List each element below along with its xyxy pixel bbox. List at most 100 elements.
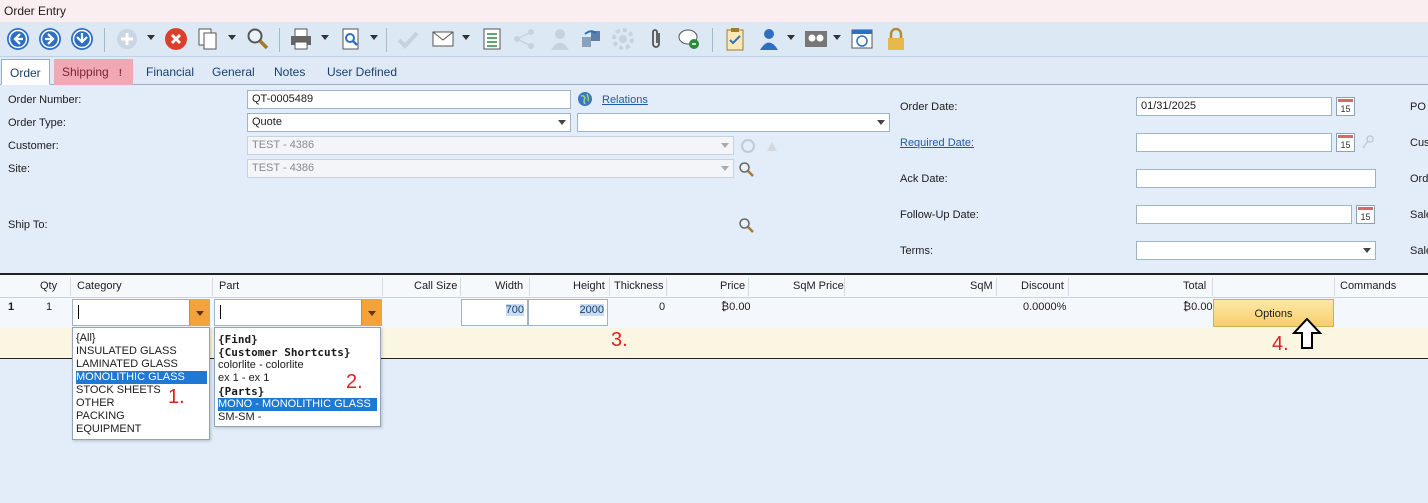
list-item[interactable]: INSULATED GLASS — [76, 345, 177, 358]
tab-order[interactable]: Order — [1, 59, 50, 85]
order-header-form: Order Number: QT-0005489 Relations Order… — [0, 86, 1428, 273]
share-icon — [511, 26, 537, 52]
attachment-icon[interactable] — [643, 26, 669, 52]
order-number-field[interactable]: QT-0005489 — [247, 90, 571, 109]
list-item[interactable]: {Find} — [218, 333, 258, 346]
col-sqm[interactable]: SqM — [970, 280, 993, 292]
gear-icon — [610, 26, 636, 52]
user-icon[interactable] — [756, 26, 782, 52]
user-dropdown-icon[interactable] — [787, 35, 795, 40]
list-item[interactable]: LAMINATED GLASS — [76, 358, 178, 371]
tape-dropdown-icon[interactable] — [833, 35, 841, 40]
category-dropdown-list: {All} INSULATED GLASS LAMINATED GLASS MO… — [72, 327, 210, 440]
list-item-selected[interactable]: MONO - MONOLITHIC GLASS — [218, 398, 377, 411]
col-part[interactable]: Part — [219, 280, 239, 292]
tab-general[interactable]: General — [204, 59, 263, 85]
calendar-icon[interactable]: 15 — [1356, 205, 1375, 224]
schedule-icon[interactable] — [849, 26, 875, 52]
list-item[interactable]: SM-SM - — [218, 411, 261, 424]
ordered-by-label: Ord — [1410, 173, 1428, 185]
add-icon[interactable] — [114, 26, 140, 52]
category-dropdown-button[interactable] — [189, 300, 209, 325]
lock-icon[interactable] — [883, 26, 909, 52]
customer-lookup-icon — [741, 139, 755, 153]
tab-shipping[interactable]: Shipping! — [54, 59, 133, 85]
part-combo[interactable] — [214, 299, 382, 326]
annotation-2: 2. — [346, 371, 363, 393]
col-sqm-price[interactable]: SqM Price — [793, 280, 844, 292]
back-icon[interactable] — [5, 26, 31, 52]
tab-notes[interactable]: Notes — [266, 59, 313, 85]
tab-financial[interactable]: Financial — [138, 59, 202, 85]
clipboard-check-icon[interactable] — [722, 26, 748, 52]
col-price[interactable]: Price — [720, 280, 745, 292]
order-date-field[interactable]: 01/31/2025 — [1136, 97, 1332, 116]
list-item-selected[interactable]: MONOLITHIC GLASS — [76, 371, 207, 384]
list-item[interactable]: colorlite - colorlite — [218, 359, 304, 372]
col-thickness[interactable]: Thickness — [614, 280, 664, 292]
sales-rep-label: Sale — [1410, 245, 1428, 257]
calendar-icon[interactable]: 15 — [1336, 133, 1355, 152]
forward-icon[interactable] — [37, 26, 63, 52]
col-height[interactable]: Height — [573, 280, 605, 292]
calendar-icon[interactable]: 15 — [1336, 97, 1355, 116]
email-icon[interactable] — [430, 26, 456, 52]
order-type-secondary-select[interactable] — [577, 113, 890, 132]
tape-icon[interactable] — [803, 26, 829, 52]
customer-select: TEST - 4386 — [247, 136, 734, 155]
chevron-down-icon — [877, 120, 885, 125]
category-combo[interactable] — [72, 299, 210, 326]
print-dropdown-icon[interactable] — [321, 35, 329, 40]
relations-link[interactable]: Relations — [602, 94, 648, 106]
annotation-1: 1. — [168, 386, 185, 408]
width-field[interactable]: 700 — [461, 299, 528, 326]
list-item[interactable]: PACKING — [76, 410, 125, 423]
copy-icon[interactable] — [195, 26, 221, 52]
col-width[interactable]: Width — [495, 280, 523, 292]
list-icon[interactable] — [479, 26, 505, 52]
window-title-bar: Order Entry — [0, 0, 1428, 22]
list-item[interactable]: {Customer Shortcuts} — [218, 346, 350, 359]
sync-icon[interactable] — [578, 26, 604, 52]
col-category[interactable]: Category — [77, 280, 122, 292]
print-icon[interactable] — [288, 26, 314, 52]
ack-date-field[interactable] — [1136, 169, 1376, 188]
list-item[interactable]: ex 1 - ex 1 — [218, 372, 269, 385]
required-date-field[interactable] — [1136, 133, 1332, 152]
customer-label: Customer: — [8, 140, 59, 152]
ship-to-label: Ship To: — [8, 219, 48, 231]
search-icon[interactable] — [245, 26, 271, 52]
download-icon[interactable] — [69, 26, 95, 52]
globe-icon[interactable] — [577, 91, 593, 107]
col-qty[interactable]: Qty — [40, 280, 57, 292]
list-item[interactable]: {All} — [76, 332, 96, 345]
part-dropdown-button[interactable] — [361, 300, 381, 325]
ship-to-search-icon[interactable] — [738, 217, 754, 233]
preview-icon[interactable] — [338, 26, 364, 52]
col-total[interactable]: Total — [1183, 280, 1206, 292]
comment-icon[interactable] — [676, 26, 702, 52]
site-search-icon[interactable] — [738, 161, 754, 177]
qty-value[interactable]: 1 — [46, 301, 52, 313]
col-call-size[interactable]: Call Size — [414, 280, 457, 292]
tab-user-defined[interactable]: User Defined — [319, 59, 405, 85]
order-date-label: Order Date: — [900, 101, 958, 113]
add-dropdown-icon[interactable] — [147, 35, 155, 40]
email-dropdown-icon[interactable] — [462, 35, 470, 40]
preview-dropdown-icon[interactable] — [370, 35, 378, 40]
order-type-label: Order Type: — [8, 117, 66, 129]
list-item[interactable]: OTHER — [76, 397, 115, 410]
copy-dropdown-icon[interactable] — [228, 35, 236, 40]
required-date-link[interactable]: Required Date: — [900, 137, 974, 149]
height-field[interactable]: 2000 — [528, 299, 608, 326]
list-item[interactable]: EQUIPMENT — [76, 423, 141, 436]
col-discount[interactable]: Discount — [1021, 280, 1064, 292]
terms-select[interactable] — [1136, 241, 1376, 260]
cancel-icon[interactable] — [163, 26, 189, 52]
tab-strip: Order Shipping! Financial General Notes … — [0, 57, 1428, 85]
follow-up-date-field[interactable] — [1136, 205, 1352, 224]
col-commands[interactable]: Commands — [1340, 280, 1396, 292]
order-type-select[interactable]: Quote — [247, 113, 571, 132]
list-item[interactable]: {Parts} — [218, 385, 264, 398]
list-item[interactable]: STOCK SHEETS — [76, 384, 161, 397]
